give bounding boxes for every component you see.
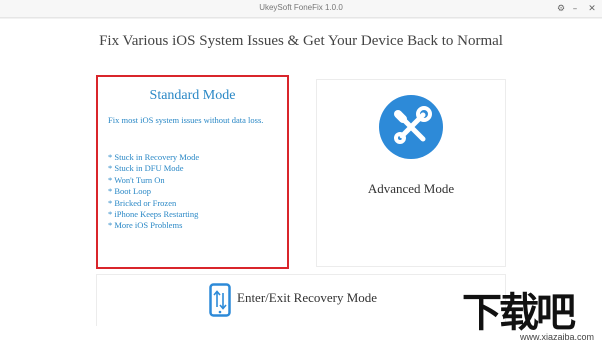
list-item: * Won't Turn On <box>108 174 165 185</box>
standard-mode-card[interactable]: Standard Mode Fix most iOS system issues… <box>96 75 289 269</box>
window-title: UkeySoft FoneFix 1.0.0 <box>259 3 343 12</box>
close-icon[interactable]: ✕ <box>585 2 599 16</box>
phone-arrows-icon <box>209 283 231 317</box>
list-item: * Boot Loop <box>108 186 151 197</box>
wrench-screwdriver-icon <box>379 95 443 159</box>
recovery-mode-title: Enter/Exit Recovery Mode <box>237 290 378 305</box>
minimize-icon[interactable]: – <box>568 2 582 16</box>
settings-icon[interactable]: ⚙ <box>554 2 568 16</box>
list-item: * Stuck in Recovery Mode <box>108 152 200 162</box>
recovery-mode-card[interactable]: Enter/Exit Recovery Mode <box>96 274 506 326</box>
standard-mode-issue-list: * Stuck in Recovery Mode * Stuck in DFU … <box>108 152 199 232</box>
list-item: * iPhone Keeps Restarting <box>108 209 199 220</box>
main-content: Fix Various iOS System Issues & Get Your… <box>0 19 602 344</box>
list-item: * Bricked or Frozen <box>108 197 177 208</box>
title-bar: UkeySoft FoneFix 1.0.0 ⚙ – ✕ <box>0 0 602 18</box>
watermark-logo: 下载吧 www.xiazaiba.com <box>462 286 598 344</box>
watermark-url: www.xiazaiba.com <box>519 332 594 342</box>
watermark-text: 下载吧 <box>462 290 576 336</box>
standard-mode-description: Fix most iOS system issues without data … <box>108 115 264 125</box>
advanced-mode-card[interactable]: Advanced Mode <box>316 79 506 267</box>
page-headline: Fix Various iOS System Issues & Get Your… <box>99 33 503 49</box>
standard-mode-title: Standard Mode <box>149 88 236 103</box>
list-item: * More iOS Problems <box>108 220 183 231</box>
advanced-mode-title: Advanced Mode <box>367 181 455 196</box>
list-item: * Stuck in DFU Mode <box>108 163 184 174</box>
